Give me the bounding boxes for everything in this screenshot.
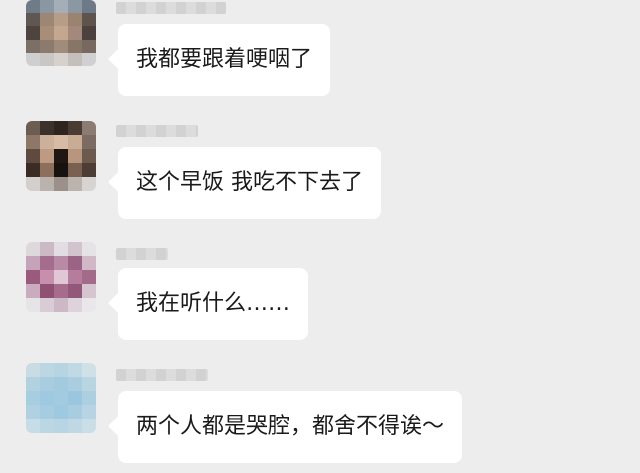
message-text: 我都要跟着哽咽了 <box>136 47 313 72</box>
message-bubble[interactable]: 这个早饭 我吃不下去了 <box>118 147 381 219</box>
nickname-redacted <box>116 2 226 14</box>
avatar[interactable] <box>26 0 96 66</box>
nickname-redacted <box>116 248 168 260</box>
message-text: 两个人都是哭腔，都舍不得诶～ <box>136 414 445 439</box>
message-bubble[interactable]: 两个人都是哭腔，都舍不得诶～ <box>118 391 463 463</box>
message-bubble[interactable]: 我在听什么…… <box>118 268 309 340</box>
avatar[interactable] <box>26 121 96 191</box>
message-text: 我在听什么…… <box>136 291 291 316</box>
message-bubble[interactable]: 我都要跟着哽咽了 <box>118 24 331 96</box>
avatar[interactable] <box>26 242 96 312</box>
chat-thread: 我都要跟着哽咽了 这个早饭 我吃不下去了 我在听什么…… 两个人都是哭腔，都舍不… <box>0 0 640 473</box>
nickname-redacted <box>116 125 198 137</box>
nickname-redacted <box>116 369 208 381</box>
message-text: 这个早饭 我吃不下去了 <box>136 170 363 195</box>
avatar[interactable] <box>26 363 96 433</box>
